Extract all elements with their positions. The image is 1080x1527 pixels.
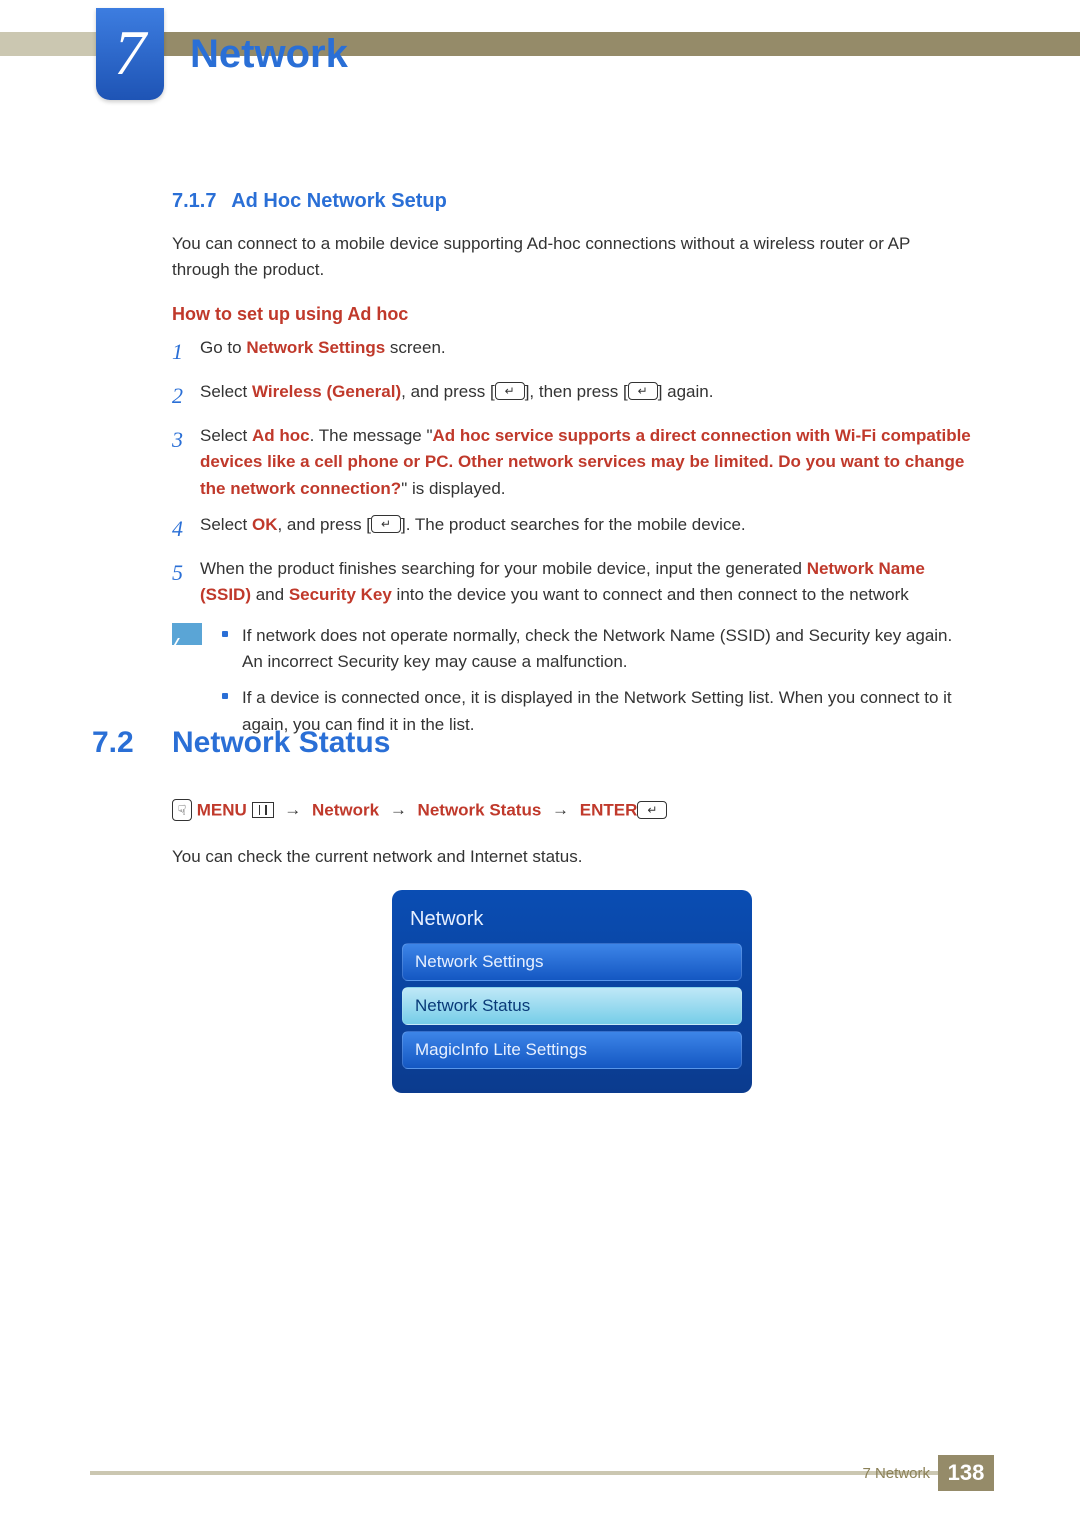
text-red: Wireless (General): [252, 382, 401, 401]
text-red: OK: [252, 515, 278, 534]
step-2: 2 Select Wireless (General), and press […: [172, 379, 972, 413]
step-body: Select Wireless (General), and press [↵]…: [200, 379, 972, 405]
step-number: 2: [172, 379, 200, 413]
breadcrumb-item: Network: [312, 800, 379, 819]
chapter-tab: 7: [96, 8, 164, 100]
text: screen.: [385, 338, 445, 357]
text: , and press [: [401, 382, 495, 401]
enter-icon: ↵: [371, 515, 401, 533]
footer-label: 7 Network: [862, 1465, 930, 1482]
text-red: Network Settings: [246, 338, 385, 357]
note-text: If network does not operate normally, ch…: [242, 623, 972, 676]
note-icon: [172, 623, 202, 645]
arrow-icon: →: [390, 800, 407, 819]
page-footer: 7 Network 138: [0, 1455, 1080, 1495]
hand-icon: ☟: [172, 799, 192, 821]
step-body: Go to Network Settings screen.: [200, 335, 972, 361]
breadcrumb-enter: ENTER: [580, 800, 638, 819]
steps-list: 1 Go to Network Settings screen. 2 Selec…: [172, 335, 972, 609]
bullet-icon: [222, 631, 228, 637]
text: " is displayed.: [401, 479, 505, 498]
section-72-heading: 7.2 Network Status: [92, 726, 972, 760]
text: Select: [200, 515, 252, 534]
text: . The message ": [310, 426, 433, 445]
text: Select: [200, 382, 252, 401]
breadcrumb-item: Network Status: [418, 800, 542, 819]
text: Go to: [200, 338, 246, 357]
chapter-number: 7: [96, 16, 164, 90]
subsection-heading: 7.1.7 Ad Hoc Network Setup: [172, 190, 972, 213]
bullet-icon: [222, 693, 228, 699]
step-4: 4 Select OK, and press [↵]. The product …: [172, 512, 972, 546]
text-red: Ad hoc: [252, 426, 310, 445]
section-number: 7.2: [92, 726, 172, 760]
section-717: 7.1.7 Ad Hoc Network Setup You can conne…: [172, 190, 972, 748]
enter-icon: ↵: [495, 382, 525, 400]
section-number: 7.1.7: [172, 190, 216, 212]
text: When the product finishes searching for …: [200, 559, 807, 578]
arrow-icon: →: [284, 800, 301, 819]
menu-item-magicinfo[interactable]: MagicInfo Lite Settings: [402, 1031, 742, 1069]
step-1: 1 Go to Network Settings screen.: [172, 335, 972, 369]
menu-breadcrumb: ☟ MENU → Network → Network Status → ENTE…: [172, 800, 972, 822]
text: ]. The product searches for the mobile d…: [401, 515, 746, 534]
step-number: 5: [172, 556, 200, 590]
page-number: 138: [938, 1455, 994, 1491]
step-3: 3 Select Ad hoc. The message "Ad hoc ser…: [172, 423, 972, 502]
section-title: Ad Hoc Network Setup: [231, 190, 447, 212]
network-menu-panel: Network Network Settings Network Status …: [392, 890, 752, 1093]
enter-icon: ↵: [628, 382, 658, 400]
arrow-icon: →: [552, 800, 569, 819]
text: ] again.: [658, 382, 714, 401]
text: into the device you want to connect and …: [392, 585, 909, 604]
breadcrumb-menu: MENU: [197, 800, 247, 819]
menu-item-network-settings[interactable]: Network Settings: [402, 943, 742, 981]
chapter-title: Network: [190, 32, 348, 77]
step-number: 4: [172, 512, 200, 546]
step-5: 5 When the product finishes searching fo…: [172, 556, 972, 609]
section-title: Network Status: [172, 726, 390, 760]
text: and: [251, 585, 289, 604]
section-intro: You can connect to a mobile device suppo…: [172, 231, 972, 284]
section-desc: You can check the current network and In…: [172, 844, 972, 870]
step-number: 3: [172, 423, 200, 457]
enter-icon: ↵: [637, 801, 667, 819]
text-red: Security Key: [289, 585, 392, 604]
step-number: 1: [172, 335, 200, 369]
note-item: If network does not operate normally, ch…: [222, 623, 972, 676]
text: Select: [200, 426, 252, 445]
menu-grid-icon: [252, 802, 274, 818]
step-body: Select OK, and press [↵]. The product se…: [200, 512, 972, 538]
howto-heading: How to set up using Ad hoc: [172, 304, 972, 325]
text: , and press [: [277, 515, 371, 534]
section-72-content: ☟ MENU → Network → Network Status → ENTE…: [172, 800, 972, 1093]
step-body: When the product finishes searching for …: [200, 556, 972, 609]
step-body: Select Ad hoc. The message "Ad hoc servi…: [200, 423, 972, 502]
footer-line: [90, 1471, 940, 1475]
network-menu-title: Network: [402, 902, 742, 943]
text: ], then press [: [525, 382, 628, 401]
header-band-left: [0, 32, 96, 56]
menu-item-network-status[interactable]: Network Status: [402, 987, 742, 1025]
